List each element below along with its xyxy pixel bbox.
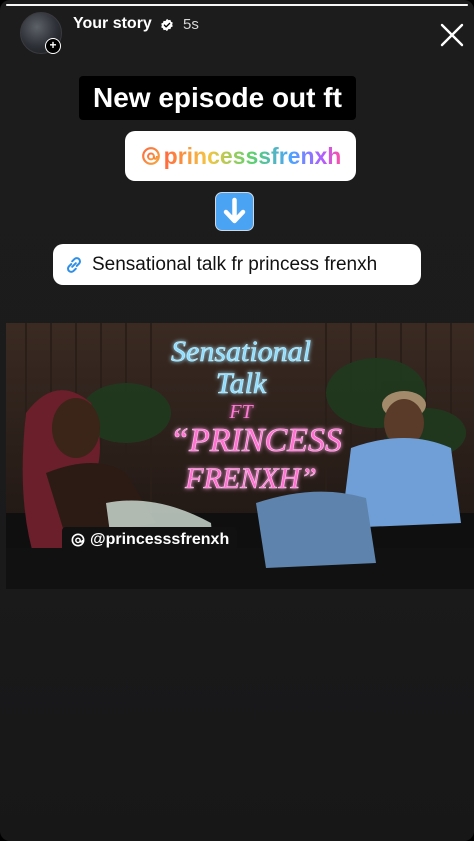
verified-badge-icon (161, 18, 173, 32)
threads-icon (141, 147, 160, 165)
story-progress-bar (6, 4, 468, 6)
add-story-icon[interactable]: + (45, 38, 61, 54)
neon-title-line2: Talk (216, 367, 267, 400)
story-timestamp: 5s (183, 16, 199, 33)
close-icon[interactable] (440, 23, 464, 47)
image-mention-tag[interactable]: @princesssfrenxh (62, 527, 238, 553)
headline-text: New episode out ft (79, 76, 356, 120)
image-mention-label: @princesssfrenxh (90, 531, 230, 548)
link-sticker[interactable]: Sensational talk fr princess frenxh (53, 244, 421, 285)
threads-icon (71, 533, 85, 547)
mention-sticker-label: princesssfrenxh (163, 142, 342, 169)
neon-ft: FT (228, 401, 254, 423)
down-arrow-emoji (215, 192, 254, 231)
link-icon (67, 256, 81, 273)
story-viewer: + Your story 5s New episode out ft princ… (0, 0, 474, 841)
neon-guest-line2: FRENXH” (184, 462, 317, 495)
story-header: + Your story 5s (0, 10, 474, 54)
link-sticker-label: Sensational talk fr princess frenxh (92, 253, 378, 275)
story-progress-fill (6, 4, 468, 6)
story-username[interactable]: Your story (73, 15, 152, 33)
neon-title-line1: Sensational (171, 335, 311, 368)
mention-sticker[interactable]: princesssfrenxh (125, 131, 356, 181)
neon-guest-line1: “PRINCESS (170, 422, 342, 459)
